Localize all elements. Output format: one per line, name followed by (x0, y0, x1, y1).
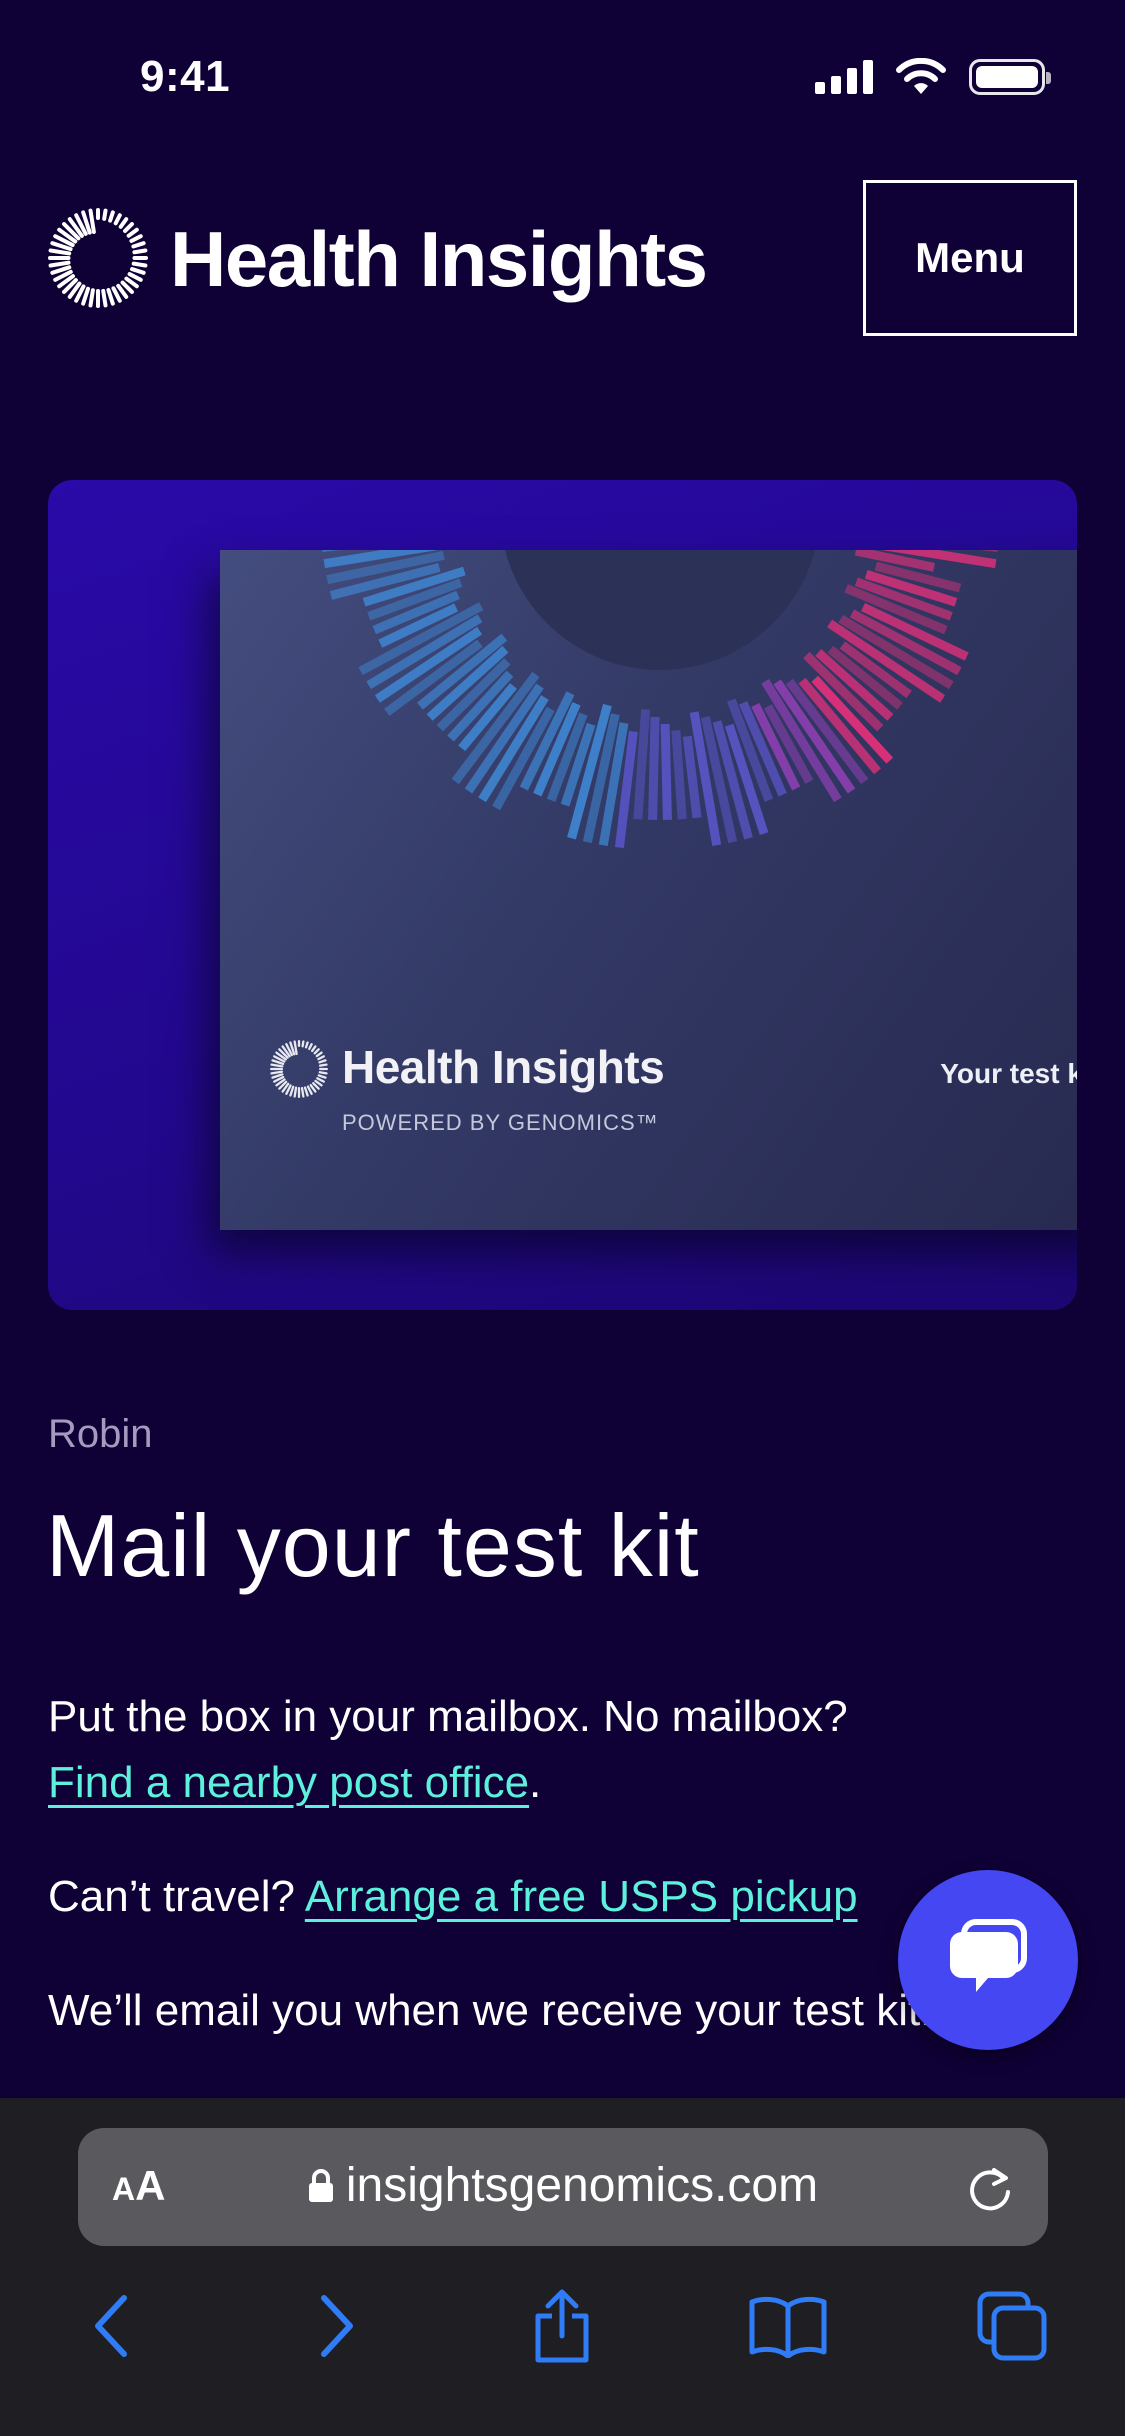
status-icons (815, 58, 1051, 96)
site-header: Health Insights Menu (48, 180, 1077, 336)
browser-toolbar (0, 2276, 1125, 2386)
logo-icon (48, 208, 148, 308)
kit-brand: Health Insights (342, 1041, 665, 1093)
test-kit-box: Health Insights POWERED BY GENOMICS™ You… (220, 550, 1077, 1230)
mailbox-text-end: . (529, 1758, 542, 1807)
forward-button[interactable] (286, 2276, 386, 2376)
tabs-button[interactable] (962, 2276, 1062, 2376)
usps-pickup-link[interactable]: Arrange a free USPS pickup (305, 1872, 858, 1921)
chat-button[interactable] (898, 1870, 1078, 2050)
share-button[interactable] (512, 2276, 612, 2376)
wifi-icon (896, 58, 946, 94)
bookmarks-icon (749, 2296, 827, 2358)
page-title: Mail your test kit (46, 1496, 700, 1595)
reload-icon[interactable] (964, 2162, 1016, 2214)
pickup-text: Can’t travel? (48, 1872, 305, 1921)
lock-icon (308, 2168, 333, 2202)
menu-button[interactable]: Menu (863, 180, 1077, 336)
status-bar: 9:41 (0, 0, 1125, 150)
status-time: 9:41 (140, 52, 231, 101)
kit-label: Your test kit (940, 1058, 1077, 1089)
share-icon (535, 2289, 589, 2363)
hero-image: Health Insights POWERED BY GENOMICS™ You… (48, 480, 1077, 1310)
back-icon (95, 2295, 127, 2357)
chat-icon (950, 1919, 1027, 1992)
mailbox-text: Put the box in your mailbox. No mailbox? (48, 1692, 848, 1741)
back-button[interactable] (62, 2276, 162, 2376)
browser-bar: AA insightsgenomics.com (0, 2098, 1125, 2436)
forward-icon (321, 2295, 353, 2357)
kit-logo-icon (270, 1040, 328, 1098)
bookmarks-button[interactable] (738, 2276, 838, 2376)
mailbox-paragraph: Put the box in your mailbox. No mailbox?… (48, 1684, 1088, 1816)
address-bar[interactable]: AA insightsgenomics.com (78, 2128, 1048, 2246)
user-name: Robin (48, 1412, 153, 1456)
battery-icon (969, 59, 1051, 95)
tabs-icon (977, 2291, 1047, 2361)
brand-name[interactable]: Health Insights (170, 214, 708, 304)
url-text[interactable]: insightsgenomics.com (346, 2158, 818, 2213)
kit-powered-by: POWERED BY GENOMICS™ (342, 1110, 659, 1135)
cellular-icon (815, 60, 873, 94)
post-office-link[interactable]: Find a nearby post office (48, 1758, 529, 1807)
